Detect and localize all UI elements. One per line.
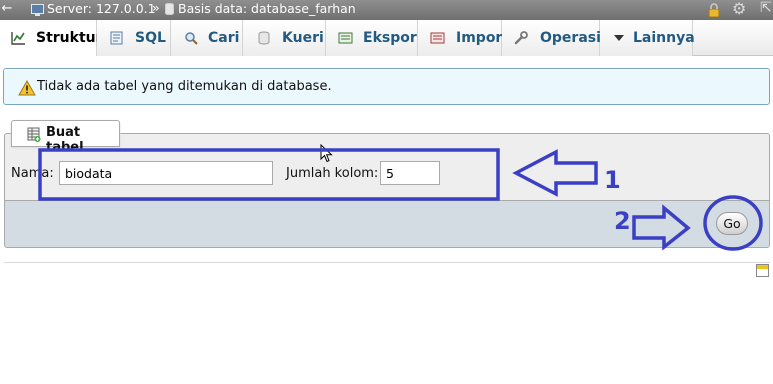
- table-name-label: Nama:: [11, 166, 54, 181]
- query-icon: [258, 31, 270, 45]
- create-table-footer: [4, 200, 770, 248]
- tab-kueri[interactable]: Kueri: [243, 20, 326, 56]
- database-icon: [165, 3, 174, 15]
- sql-icon: [110, 31, 123, 45]
- table-add-icon: [27, 127, 41, 142]
- tab-struktur[interactable]: Struktur: [0, 20, 103, 56]
- wrench-icon: [514, 31, 528, 45]
- search-icon: [185, 32, 198, 45]
- lock-icon[interactable]: [707, 3, 721, 17]
- tab-label: Struktur: [36, 30, 103, 46]
- column-count-input[interactable]: [380, 161, 440, 185]
- tab-label: Impor: [456, 30, 503, 46]
- tab-operasi[interactable]: Operasi: [502, 20, 601, 56]
- breadcrumb-separator: »: [152, 0, 160, 15]
- annotation-step-1: 1: [604, 166, 621, 194]
- notice-box: Tidak ada tabel yang ditemukan di databa…: [3, 68, 770, 105]
- annotation-step-2: 2: [614, 207, 631, 235]
- server-icon: [31, 4, 44, 16]
- column-count-label: Jumlah kolom:: [286, 166, 379, 181]
- back-arrow-icon[interactable]: ←: [0, 1, 14, 16]
- notice-message: Tidak ada tabel yang ditemukan di databa…: [37, 79, 332, 94]
- tab-ekspor[interactable]: Ekspor: [326, 20, 418, 56]
- gear-icon[interactable]: ⚙: [732, 1, 748, 17]
- collapse-icon[interactable]: ⇱: [760, 0, 773, 18]
- tab-label: Operasi: [540, 30, 601, 46]
- tab-cari[interactable]: Cari: [171, 20, 243, 56]
- go-button[interactable]: Go: [716, 212, 748, 235]
- tab-sql[interactable]: SQL: [97, 20, 171, 56]
- tab-label: Kueri: [282, 30, 324, 46]
- import-icon: [430, 32, 445, 44]
- create-table-title: Buat tabel: [46, 125, 84, 155]
- main-tab-bar: Struktur SQL Cari Kueri Ekspor Impor Ope…: [0, 20, 773, 56]
- divider: [4, 262, 770, 263]
- breadcrumb-database-link[interactable]: Basis data: database_farhan: [178, 1, 356, 16]
- breadcrumb-bar: ← Server: 127.0.0.1 » Basis data: databa…: [0, 0, 773, 20]
- caret-down-icon: [614, 35, 624, 41]
- tab-lainnya[interactable]: Lainnya: [600, 20, 695, 56]
- create-table-legend: Buat tabel: [11, 120, 120, 155]
- mouse-cursor-icon: [320, 144, 333, 163]
- export-icon: [338, 32, 353, 44]
- tab-label: Lainnya: [633, 30, 695, 46]
- tab-label: SQL: [135, 30, 166, 46]
- warning-icon: [18, 80, 36, 96]
- structure-icon: [11, 32, 25, 45]
- tab-impor[interactable]: Impor: [418, 20, 502, 56]
- tab-label: Ekspor: [363, 30, 417, 46]
- tab-label: Cari: [208, 30, 240, 46]
- table-name-input[interactable]: [59, 161, 273, 185]
- console-icon[interactable]: [756, 264, 769, 277]
- breadcrumb-server-link[interactable]: Server: 127.0.0.1: [47, 1, 156, 16]
